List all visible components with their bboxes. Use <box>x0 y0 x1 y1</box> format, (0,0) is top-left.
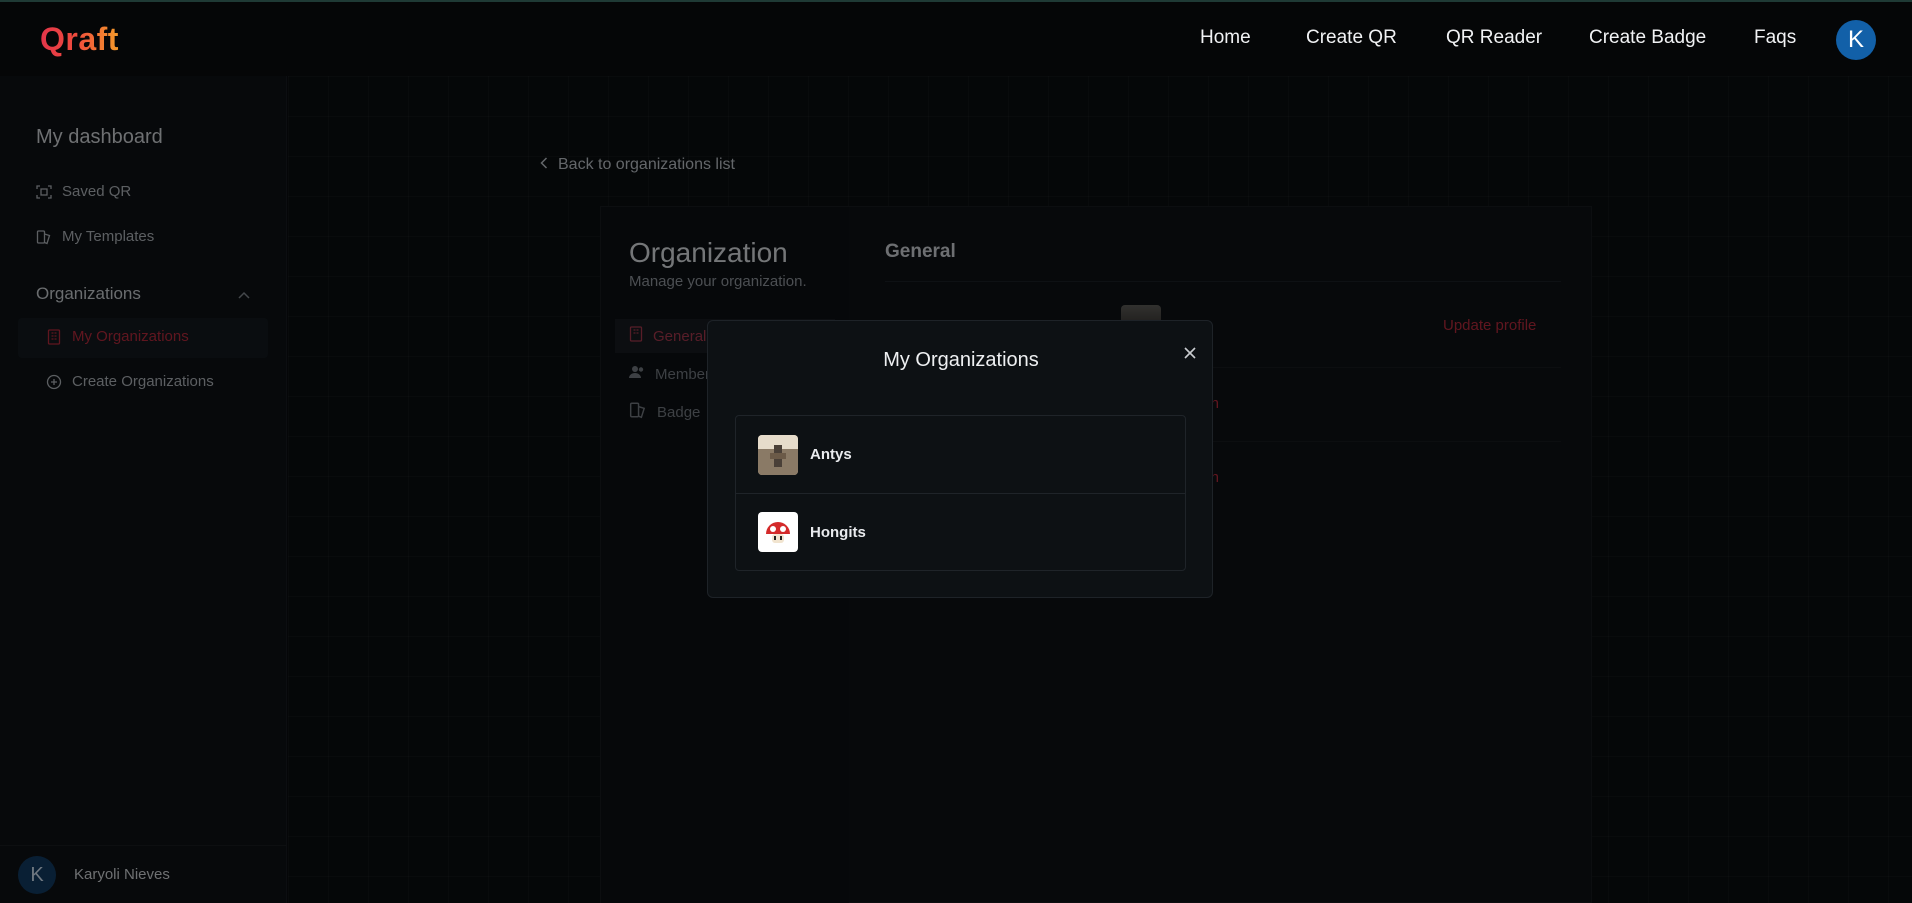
organization-name: Antys <box>810 446 852 463</box>
modal-title: My Organizations <box>883 349 1039 371</box>
user-avatar[interactable]: K <box>1836 20 1876 60</box>
my-organizations-modal: My Organizations Antys Hongits <box>707 320 1213 598</box>
organization-avatar <box>758 512 798 552</box>
organization-name: Hongits <box>810 523 866 541</box>
nav-home[interactable]: Home <box>1200 27 1251 49</box>
logo[interactable]: Qraft <box>40 21 119 58</box>
nav-create-qr[interactable]: Create QR <box>1306 27 1397 49</box>
nav-qr-reader[interactable]: QR Reader <box>1446 27 1542 49</box>
organization-item-antys[interactable]: Antys <box>736 416 1185 493</box>
organization-avatar <box>758 434 798 475</box>
nav-create-badge[interactable]: Create Badge <box>1589 27 1706 49</box>
top-header: Qraft Home Create QR QR Reader Create Ba… <box>0 2 1912 76</box>
close-icon[interactable] <box>1178 341 1202 365</box>
organization-item-hongits[interactable]: Hongits <box>736 493 1185 570</box>
nav-faqs[interactable]: Faqs <box>1754 27 1796 49</box>
organization-list: Antys Hongits <box>735 415 1186 571</box>
